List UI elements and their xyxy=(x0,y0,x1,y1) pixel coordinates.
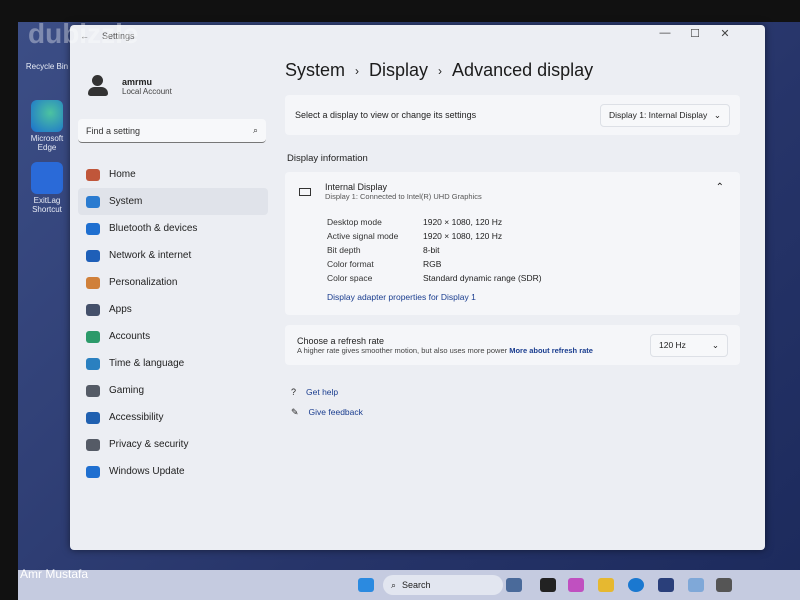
search-input[interactable]: Find a setting ⌕ xyxy=(78,119,266,143)
app-icon xyxy=(31,162,63,194)
apps-icon xyxy=(86,303,100,316)
breadcrumb-system[interactable]: System xyxy=(285,60,345,81)
info-row: Desktop mode 1920 × 1080, 120 Hz xyxy=(327,217,503,227)
sidebar-item-accessibility[interactable]: Accessibility xyxy=(78,404,268,431)
refresh-rate-link[interactable]: More about refresh rate xyxy=(509,346,593,355)
update-icon xyxy=(86,465,100,478)
sidebar-item-gaming[interactable]: Gaming xyxy=(78,377,268,404)
feedback-icon: ✎ xyxy=(291,407,299,417)
sidebar-item-network-internet[interactable]: Network & internet xyxy=(78,242,268,269)
sidebar-item-home[interactable]: Home xyxy=(78,161,268,188)
taskbar: ⌕ Search xyxy=(18,570,800,600)
globe-icon xyxy=(86,357,100,370)
account-type: Local Account xyxy=(122,86,172,96)
info-row: Bit depth 8-bit xyxy=(327,245,440,255)
help-icon: ? xyxy=(291,387,297,397)
user-name: amrmu xyxy=(122,76,153,87)
accounts-icon xyxy=(86,330,100,343)
bluetooth-icon xyxy=(86,222,100,235)
avatar xyxy=(88,75,108,97)
maximize-button[interactable]: ☐ xyxy=(685,27,705,40)
refresh-rate-card: Choose a refresh rate A higher rate gives… xyxy=(285,325,740,365)
refresh-rate-select[interactable]: 120 Hz ⌄ xyxy=(650,333,728,357)
sidebar-item-system[interactable]: System xyxy=(78,188,268,215)
chevron-down-icon: ⌄ xyxy=(711,339,719,350)
sidebar-item-apps[interactable]: Apps xyxy=(78,296,268,323)
info-row: Active signal mode 1920 × 1080, 120 Hz xyxy=(327,231,503,241)
file-explorer-icon[interactable] xyxy=(598,578,614,592)
desktop-icon-recycle-bin[interactable]: Recycle Bin xyxy=(24,62,70,71)
breadcrumb: System › Display › Advanced display xyxy=(285,60,740,81)
accessibility-icon xyxy=(86,411,100,424)
sidebar-item-accounts[interactable]: Accounts xyxy=(78,323,268,350)
settings-window: ← Settings — ☐ ✕ amrmu Local Account Find… xyxy=(70,25,765,550)
select-display-card: Select a display to view or change its s… xyxy=(285,95,740,135)
chevron-right-icon: › xyxy=(438,63,443,78)
user-profile[interactable]: amrmu Local Account xyxy=(78,75,268,97)
section-heading: Display information xyxy=(287,153,368,164)
content: System › Display › Advanced display Select… xyxy=(285,60,740,418)
desktop-icon-exitlag[interactable]: ExitLag Shortcut xyxy=(24,162,70,214)
wifi-icon xyxy=(86,249,100,262)
give-feedback-link[interactable]: ✎ Give feedback xyxy=(291,407,740,418)
sidebar: amrmu Local Account Find a setting ⌕ Home S… xyxy=(78,75,268,485)
minimize-button[interactable]: — xyxy=(655,27,675,39)
store-icon[interactable] xyxy=(658,578,674,592)
home-icon xyxy=(86,168,100,181)
gamepad-icon xyxy=(86,384,100,397)
info-row: Color format RGB xyxy=(327,259,442,269)
get-help-link[interactable]: ? Get help xyxy=(291,387,740,397)
shield-icon xyxy=(86,438,100,451)
chevron-right-icon: › xyxy=(355,63,360,78)
taskbar-search[interactable]: ⌕ Search xyxy=(383,575,503,595)
sidebar-item-privacy-security[interactable]: Privacy & security xyxy=(78,431,268,458)
breadcrumb-display[interactable]: Display xyxy=(369,60,428,81)
edge-icon[interactable] xyxy=(628,578,644,592)
page-title: Advanced display xyxy=(452,60,594,80)
sidebar-item-bluetooth-devices[interactable]: Bluetooth & devices xyxy=(78,215,268,242)
info-row: Color space Standard dynamic range (SDR) xyxy=(327,273,542,283)
search-icon: ⌕ xyxy=(252,125,258,135)
display-adapter-link[interactable]: Display adapter properties for Display 1 xyxy=(327,292,476,302)
widgets-icon[interactable] xyxy=(506,578,522,592)
laptop-icon xyxy=(299,187,311,196)
settings-gear-icon[interactable] xyxy=(716,578,732,592)
app-icon[interactable] xyxy=(688,578,704,592)
desktop-icon-edge[interactable]: Microsoft Edge xyxy=(24,100,70,152)
chevron-down-icon: ⌄ xyxy=(713,109,721,120)
close-button[interactable]: ✕ xyxy=(715,27,735,40)
collapse-chevron-up-icon[interactable]: ⌃ xyxy=(716,182,724,193)
sidebar-item-personalization[interactable]: Personalization xyxy=(78,269,268,296)
task-view-icon[interactable] xyxy=(540,578,556,592)
watermark-author: Amr Mustafa xyxy=(20,567,89,581)
search-icon: ⌕ xyxy=(391,579,397,590)
edge-icon xyxy=(31,100,63,132)
display-select[interactable]: Display 1: Internal Display ⌄ xyxy=(600,103,730,127)
watermark-logo: dubizzle xyxy=(28,18,139,49)
sidebar-item-windows-update[interactable]: Windows Update xyxy=(78,458,268,485)
copilot-icon[interactable] xyxy=(568,578,584,592)
start-icon[interactable] xyxy=(358,578,374,592)
sidebar-item-time-language[interactable]: Time & language xyxy=(78,350,268,377)
system-icon xyxy=(86,195,100,208)
display-info-card: Internal Display Display 1: Connected to … xyxy=(285,172,740,315)
brush-icon xyxy=(86,276,100,289)
